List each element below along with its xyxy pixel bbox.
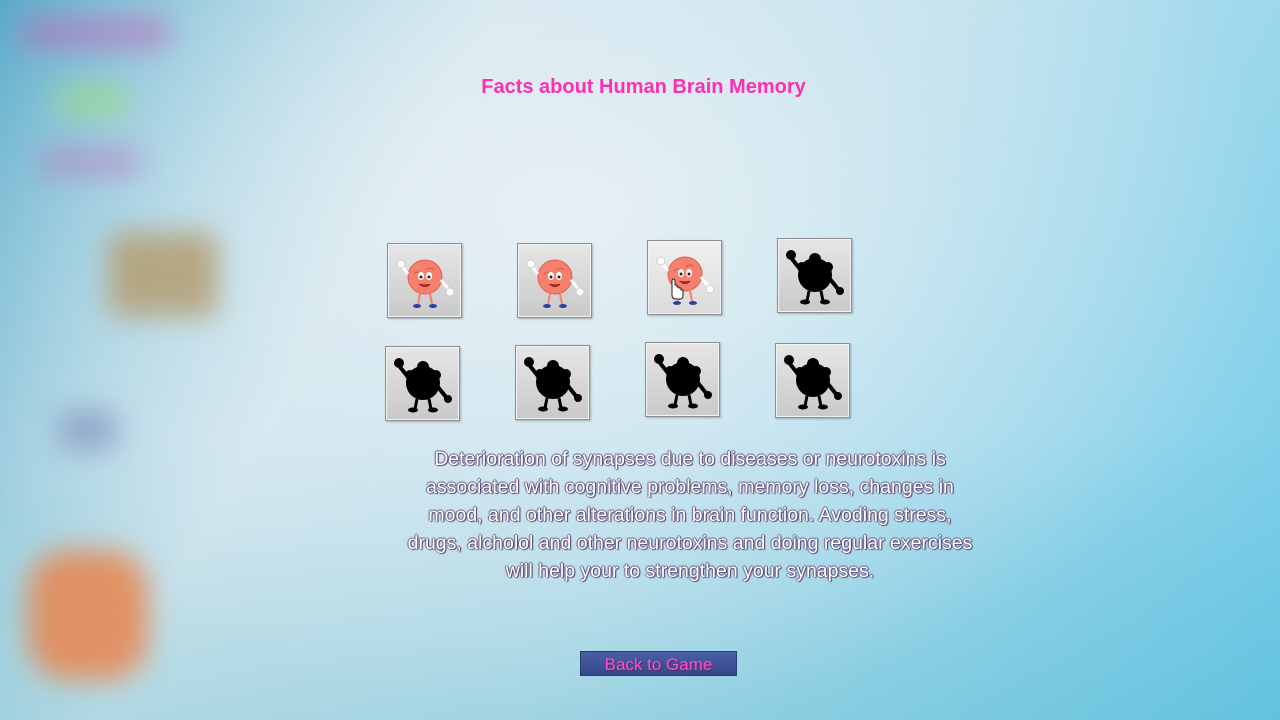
brain-silhouette-icon bbox=[786, 250, 844, 305]
brain-character-icon bbox=[396, 259, 455, 308]
brain-character-icon bbox=[526, 259, 585, 308]
memory-tile[interactable] bbox=[387, 243, 462, 318]
memory-tile[interactable] bbox=[645, 342, 720, 417]
brain-silhouette-icon bbox=[784, 355, 842, 410]
memory-tile[interactable] bbox=[515, 345, 590, 420]
page-title: Facts about Human Brain Memory bbox=[481, 76, 806, 98]
fact-line: drugs, alcholol and other neurotoxins an… bbox=[407, 532, 973, 554]
blurred-decoration bbox=[58, 410, 118, 450]
blurred-decoration bbox=[108, 232, 218, 317]
memory-tile[interactable] bbox=[777, 238, 852, 313]
brain-silhouette-icon bbox=[654, 354, 712, 409]
fact-text: Deterioration of synapses due to disease… bbox=[365, 445, 1015, 585]
brain-character-icon bbox=[656, 256, 715, 305]
back-to-game-button[interactable]: Back to Game bbox=[580, 651, 737, 676]
background bbox=[0, 0, 1280, 720]
memory-tile[interactable] bbox=[517, 243, 592, 318]
fact-line: mood, and other alterations in brain fun… bbox=[428, 504, 952, 526]
blurred-decoration bbox=[28, 550, 148, 680]
memory-tile[interactable] bbox=[647, 240, 722, 315]
memory-tile[interactable] bbox=[775, 343, 850, 418]
fact-line: will help your to strengthen your synaps… bbox=[505, 560, 875, 582]
blurred-decoration bbox=[38, 150, 143, 175]
brain-silhouette-icon bbox=[394, 358, 452, 413]
blurred-decoration bbox=[20, 18, 170, 48]
brain-silhouette-icon bbox=[524, 357, 582, 412]
memory-tile[interactable] bbox=[385, 346, 460, 421]
fact-line: Deterioration of synapses due to disease… bbox=[434, 448, 946, 470]
fact-line: associated with cognitive problems, memo… bbox=[426, 476, 954, 498]
